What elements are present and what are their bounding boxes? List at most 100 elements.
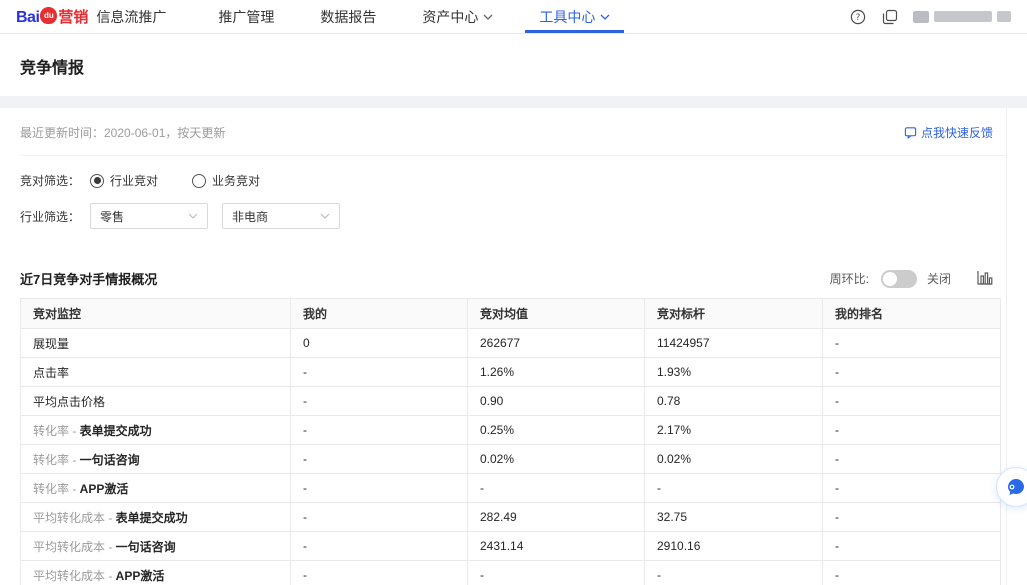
average-cell: 262677 [468,329,645,358]
nav-item-label: 工具中心 [539,7,595,27]
bar-chart-icon[interactable] [977,270,993,288]
wow-toggle-switch[interactable] [881,270,917,288]
baidu-paw-icon: du [40,7,57,24]
logo-text-bai: Bai [16,9,39,27]
section-divider [0,96,1027,108]
column-header-rank: 我的排名 [823,299,1001,329]
average-cell: 2431.14 [468,532,645,561]
rank-cell: - [823,503,1001,532]
rank-cell: - [823,416,1001,445]
industry-select[interactable]: 零售 [90,203,208,229]
metric-name: 一句话咨询 [116,540,176,554]
table-row: 平均转化成本 - 一句话咨询 - 2431.14 2910.16 - [21,532,1001,561]
nav-item-asset-center[interactable]: 资产中心 [422,0,493,33]
rank-cell: - [823,445,1001,474]
table-row: 转化率 - APP激活 - - - - [21,474,1001,503]
metric-prefix: 转化率 - [33,453,80,467]
radio-business-competitor[interactable]: 业务竞对 [192,172,260,189]
chevron-down-icon [188,213,198,219]
rank-cell: - [823,561,1001,585]
product-name[interactable]: 信息流推广 [96,7,166,27]
logo-text-brand: 营销 [58,6,88,27]
nav-item-data-report[interactable]: 数据报告 [320,0,376,33]
column-header-monitor: 竞对监控 [21,299,291,329]
metric-prefix: 平均转化成本 - [33,569,116,583]
table-header-row: 竞对监控 我的 竞对均值 竞对标杆 我的排名 [21,299,1001,329]
mine-cell: - [291,503,468,532]
table-row: 转化率 - 一句话咨询 - 0.02% 0.02% - [21,445,1001,474]
metric-name: 点击率 [33,366,69,380]
metric-cell: 展现量 [21,329,291,358]
toggle-knob [883,272,897,286]
chat-bubble-icon [1005,476,1027,498]
quick-feedback-link[interactable]: 点我快速反馈 [904,124,993,141]
top-navigation: Bai du 营销 信息流推广 推广管理 数据报告 资产中心 工具中心 ? [0,0,1027,34]
overview-section-header: 近7日竞争对手情报概况 周环比: 关闭 [0,269,1027,288]
sub-industry-select-value: 非电商 [232,208,268,225]
nav-right-tools: ? [849,8,1011,26]
benchmark-cell: 1.93% [645,358,823,387]
metric-cell: 转化率 - 表单提交成功 [21,416,291,445]
average-cell: - [468,474,645,503]
benchmark-cell: 0.02% [645,445,823,474]
baidu-logo[interactable]: Bai du 营销 [16,6,88,27]
rank-cell: - [823,329,1001,358]
table-row: 展现量 0 262677 11424957 - [21,329,1001,358]
average-cell: 0.25% [468,416,645,445]
nav-item-label: 资产中心 [422,7,478,27]
industry-select-value: 零售 [100,208,124,225]
competitor-filter-label: 竞对筛选： [20,172,80,189]
page-title: 竞争情报 [20,54,1007,78]
metric-prefix: 转化率 - [33,482,80,496]
benchmark-cell: 2910.16 [645,532,823,561]
mine-cell: - [291,445,468,474]
mine-cell: - [291,474,468,503]
nav-item-promotion-management[interactable]: 推广管理 [218,0,274,33]
nav-menu: 推广管理 数据报告 资产中心 工具中心 [218,0,610,33]
average-cell: 0.90 [468,387,645,416]
table-row: 平均转化成本 - 表单提交成功 - 282.49 32.75 - [21,503,1001,532]
metric-cell: 平均转化成本 - 表单提交成功 [21,503,291,532]
mine-cell: 0 [291,329,468,358]
svg-text:?: ? [856,13,861,23]
metric-cell: 转化率 - APP激活 [21,474,291,503]
metric-name: 一句话咨询 [80,453,140,467]
column-header-benchmark: 竞对标杆 [645,299,823,329]
nav-item-label: 推广管理 [218,7,274,27]
mine-cell: - [291,416,468,445]
last-update-time: 最近更新时间：2020-06-01，按天更新 [20,124,225,141]
table-body: 展现量 0 262677 11424957 - 点击率 - 1.26% 1.93… [21,329,1001,585]
table-row: 转化率 - 表单提交成功 - 0.25% 2.17% - [21,416,1001,445]
nav-item-label: 数据报告 [320,7,376,27]
average-cell: - [468,561,645,585]
divider [20,155,1007,156]
table-row: 平均转化成本 - APP激活 - - - - [21,561,1001,585]
sub-industry-select[interactable]: 非电商 [222,203,340,229]
rank-cell: - [823,358,1001,387]
metric-name: 展现量 [33,337,69,351]
metric-prefix: 转化率 - [33,424,80,438]
feedback-bubble-icon [904,126,917,139]
multi-window-icon[interactable] [881,8,899,26]
metric-name: APP激活 [80,482,129,496]
column-header-mine: 我的 [291,299,468,329]
user-name-redacted[interactable] [913,11,1011,23]
metric-name: APP激活 [116,569,165,583]
benchmark-cell: 11424957 [645,329,823,358]
average-cell: 282.49 [468,503,645,532]
benchmark-cell: 32.75 [645,503,823,532]
mine-cell: - [291,387,468,416]
metric-cell: 点击率 [21,358,291,387]
radio-label: 业务竞对 [212,172,260,189]
help-icon[interactable]: ? [849,8,867,26]
metric-prefix: 平均转化成本 - [33,540,116,554]
average-cell: 0.02% [468,445,645,474]
mine-cell: - [291,358,468,387]
metric-name: 平均点击价格 [33,395,105,409]
wow-toggle-state: 关闭 [927,270,951,287]
metric-prefix: 平均转化成本 - [33,511,116,525]
radio-selected-icon [90,174,104,188]
nav-item-tool-center[interactable]: 工具中心 [539,0,610,33]
radio-industry-competitor[interactable]: 行业竞对 [90,172,158,189]
industry-filter-label: 行业筛选： [20,208,80,225]
